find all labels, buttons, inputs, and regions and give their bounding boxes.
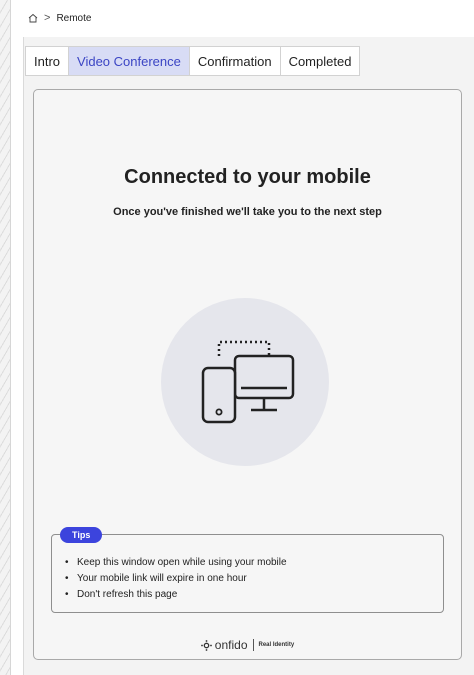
tip-item: Don't refresh this page bbox=[65, 587, 287, 603]
verification-card: Connected to your mobile Once you've fin… bbox=[33, 89, 462, 660]
footer-branding: onfido Real Identity bbox=[34, 638, 461, 652]
footer-divider bbox=[252, 639, 254, 651]
tab-completed[interactable]: Completed bbox=[281, 47, 360, 75]
tips-box: Tips Keep this window open while using y… bbox=[51, 527, 444, 613]
tip-item: Keep this window open while using your m… bbox=[65, 555, 287, 571]
home-icon[interactable] bbox=[28, 13, 38, 23]
onfido-logo: onfido bbox=[200, 638, 248, 652]
brand-name: onfido bbox=[214, 638, 248, 652]
tab-confirmation[interactable]: Confirmation bbox=[190, 47, 281, 75]
left-edge-strip bbox=[0, 0, 11, 675]
tips-badge: Tips bbox=[60, 527, 103, 543]
illustration-circle bbox=[161, 298, 329, 466]
breadcrumb-separator: > bbox=[44, 12, 51, 24]
breadcrumb-current: Remote bbox=[56, 12, 92, 24]
page-title: Connected to your mobile bbox=[124, 166, 371, 188]
brand-tagline: Real Identity bbox=[258, 642, 295, 648]
page-subtitle: Once you've finished we'll take you to t… bbox=[113, 206, 382, 218]
tab-video-conference[interactable]: Video Conference bbox=[69, 47, 190, 75]
breadcrumb: > Remote bbox=[28, 12, 91, 24]
tips-list: Keep this window open while using your m… bbox=[65, 555, 287, 603]
phone-desktop-icon bbox=[201, 340, 295, 424]
tab-intro[interactable]: Intro bbox=[26, 47, 70, 75]
tip-item: Your mobile link will expire in one hour bbox=[65, 571, 287, 587]
step-tabs: Intro Video Conference Confirmation Comp… bbox=[25, 46, 361, 76]
onfido-mark-icon bbox=[200, 639, 212, 651]
